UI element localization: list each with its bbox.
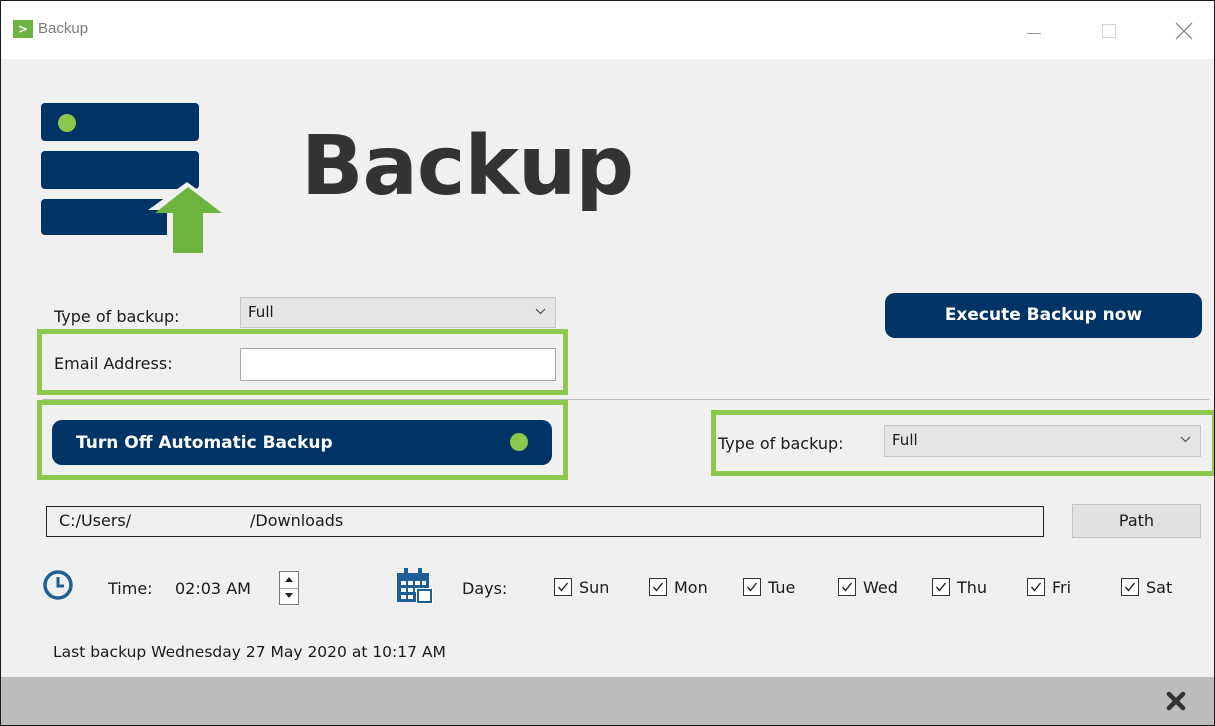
checkbox[interactable] (838, 578, 856, 596)
title-bar: >< Backup (1, 1, 1214, 59)
app-icon: >< (13, 20, 33, 54)
type-of-backup-label: Type of backup: (54, 307, 180, 326)
last-backup-status: Last backup Wednesday 27 May 2020 at 10:… (53, 643, 446, 661)
page-title: Backup (301, 119, 634, 214)
checkmark-icon (557, 582, 569, 592)
checkbox[interactable] (1121, 578, 1139, 596)
window-close-button[interactable] (1163, 13, 1203, 49)
day-label: Tue (768, 578, 796, 597)
checkmark-icon (1030, 582, 1042, 592)
checkbox[interactable] (649, 578, 667, 596)
day-label: Sat (1146, 578, 1173, 597)
close-icon[interactable] (1166, 691, 1186, 711)
checkmark-icon (652, 582, 664, 592)
time-spinner[interactable] (279, 571, 299, 605)
day-label: Fri (1052, 578, 1072, 597)
checkbox[interactable] (743, 578, 761, 596)
path-prefix: C:/Users/ (59, 511, 132, 530)
execute-backup-button[interactable]: Execute Backup now (885, 293, 1202, 338)
path-button[interactable]: Path (1072, 504, 1201, 538)
day-label: Sun (579, 578, 610, 597)
day-label: Mon (674, 578, 708, 597)
checkmark-icon (1124, 582, 1136, 592)
email-address-label: Email Address: (54, 354, 173, 373)
day-label: Thu (957, 578, 988, 597)
days-label: Days: (462, 579, 508, 598)
spinner-down-button[interactable] (280, 588, 298, 604)
checkbox[interactable] (932, 578, 950, 596)
email-field[interactable] (240, 348, 556, 381)
maximize-button[interactable] (1088, 13, 1128, 49)
status-bar (1, 677, 1214, 725)
checkbox[interactable] (554, 578, 572, 596)
minimize-button[interactable] (1013, 13, 1053, 49)
automatic-backup-toggle-button[interactable]: Turn Off Automatic Backup (52, 420, 552, 465)
day-label: Wed (863, 578, 898, 597)
spinner-up-button[interactable] (280, 572, 298, 589)
chevron-down-icon (1180, 436, 1191, 443)
backup-type-dropdown[interactable]: Full (240, 297, 556, 328)
checkbox[interactable] (1027, 578, 1045, 596)
window-title: Backup (38, 20, 89, 37)
calendar-icon (397, 568, 433, 604)
status-indicator-dot (510, 433, 528, 451)
checkmark-icon (841, 582, 853, 592)
auto-backup-type-value: Full (892, 431, 918, 449)
auto-backup-type-dropdown[interactable]: Full (884, 425, 1201, 457)
backup-path-field[interactable]: C:/Users/ /Downloads (46, 506, 1044, 537)
path-suffix: /Downloads (250, 511, 344, 530)
server-upload-icon (41, 103, 225, 253)
checkmark-icon (746, 582, 758, 592)
backup-window: >< Backup Backup Type of backup: Full Em… (0, 0, 1215, 726)
backup-type-value: Full (248, 303, 274, 321)
chevron-down-icon (535, 308, 546, 315)
clock-icon (43, 570, 73, 600)
toggle-label: Turn Off Automatic Backup (76, 433, 333, 453)
time-label: Time: (108, 579, 153, 598)
checkmark-icon (935, 582, 947, 592)
auto-type-of-backup-label: Type of backup: (718, 434, 844, 453)
time-value[interactable]: 02:03 AM (175, 579, 251, 598)
